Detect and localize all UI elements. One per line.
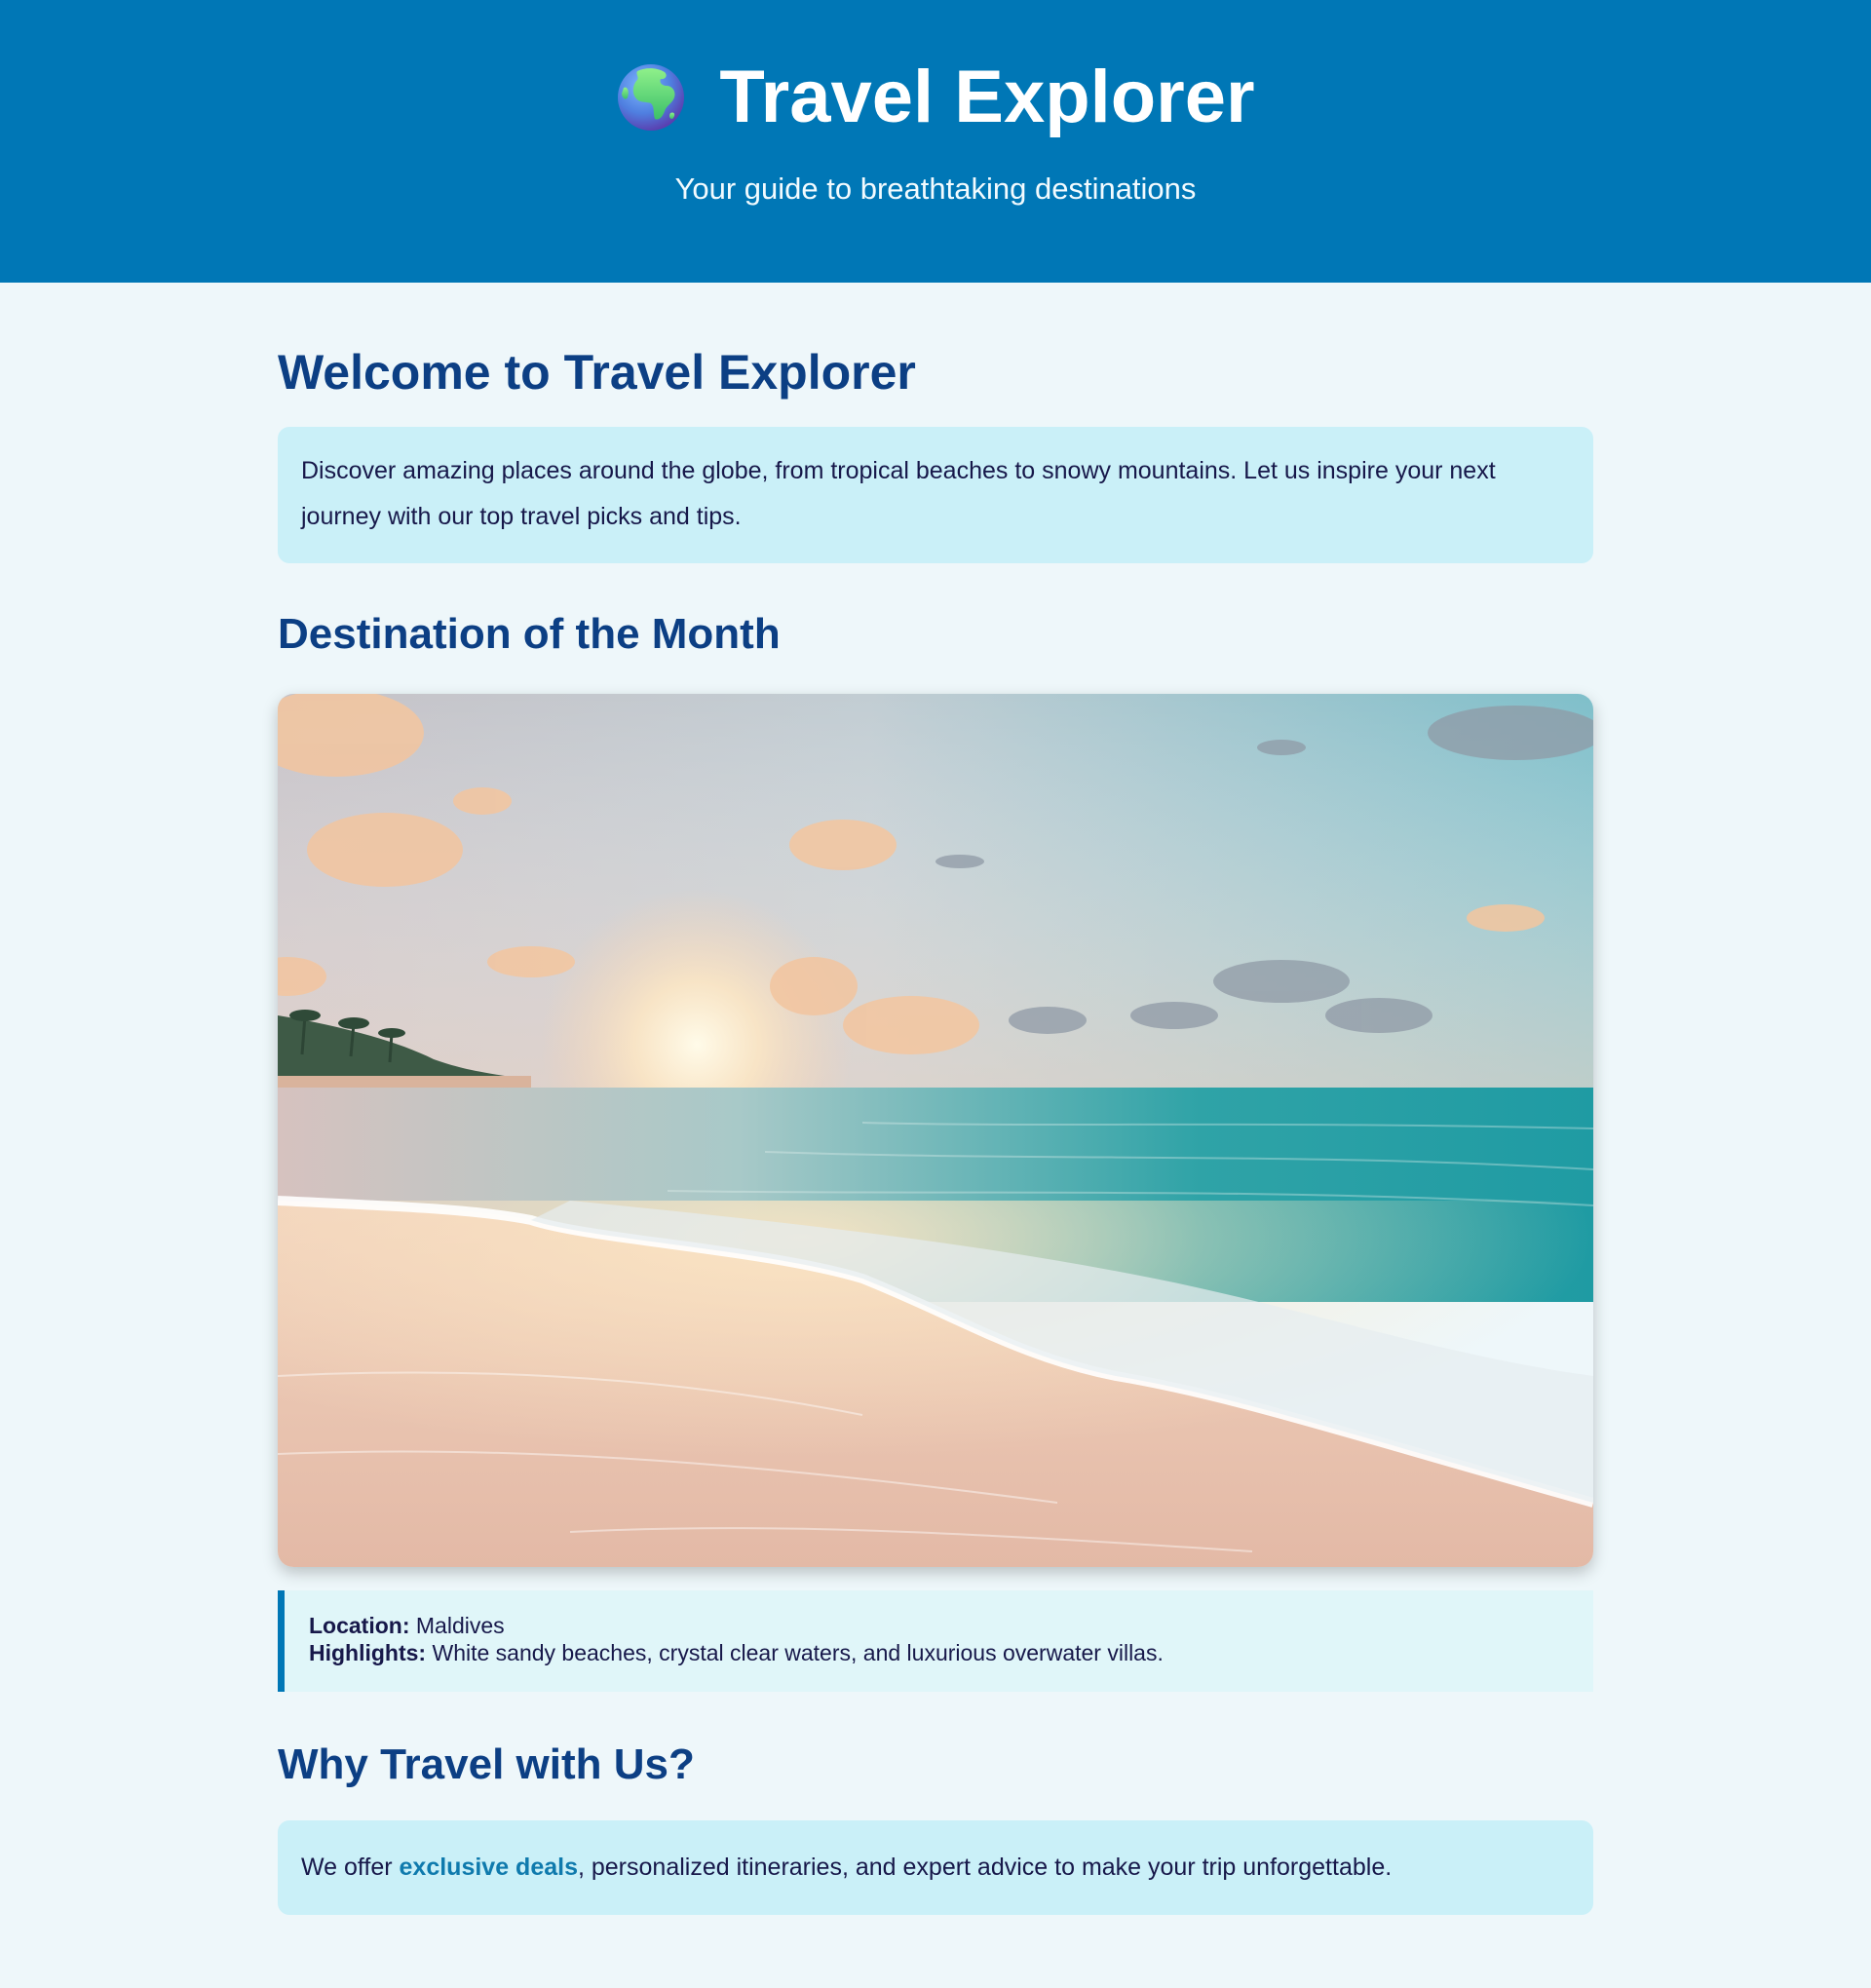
location-value: Maldives <box>415 1613 505 1638</box>
site-header: Travel Explorer Your guide to breathtaki… <box>0 0 1871 283</box>
why-heading: Why Travel with Us? <box>278 1740 695 1788</box>
intro-box: Discover amazing places around the globe… <box>278 427 1593 563</box>
destination-heading: Destination of the Month <box>278 610 781 658</box>
offer-box: We offer exclusive deals, personalized i… <box>278 1820 1593 1915</box>
globe-icon <box>618 64 685 131</box>
highlights-line: Highlights: White sandy beaches, crystal… <box>309 1639 1570 1666</box>
main-content: Welcome to Travel Explorer Discover amaz… <box>278 283 1593 1915</box>
welcome-heading: Welcome to Travel Explorer <box>278 345 916 400</box>
site-tagline: Your guide to breathtaking destinations <box>674 172 1197 206</box>
location-line: Location: Maldives <box>309 1612 1570 1639</box>
exclusive-deals-highlight: exclusive deals <box>399 1854 578 1881</box>
location-label: Location: <box>309 1613 410 1638</box>
title-row: Travel Explorer <box>0 0 1871 138</box>
site-title: Travel Explorer <box>719 56 1255 138</box>
highlights-label: Highlights: <box>309 1640 427 1665</box>
intro-text: Discover amazing places around the globe… <box>301 457 1496 530</box>
highlights-value: White sandy beaches, crystal clear water… <box>432 1640 1164 1665</box>
destination-info: Location: Maldives Highlights: White san… <box>278 1590 1593 1692</box>
offer-text-end: , personalized itineraries, and expert a… <box>577 1854 1393 1881</box>
offer-text-start: We offer <box>301 1854 400 1881</box>
destination-photo <box>278 694 1593 1567</box>
